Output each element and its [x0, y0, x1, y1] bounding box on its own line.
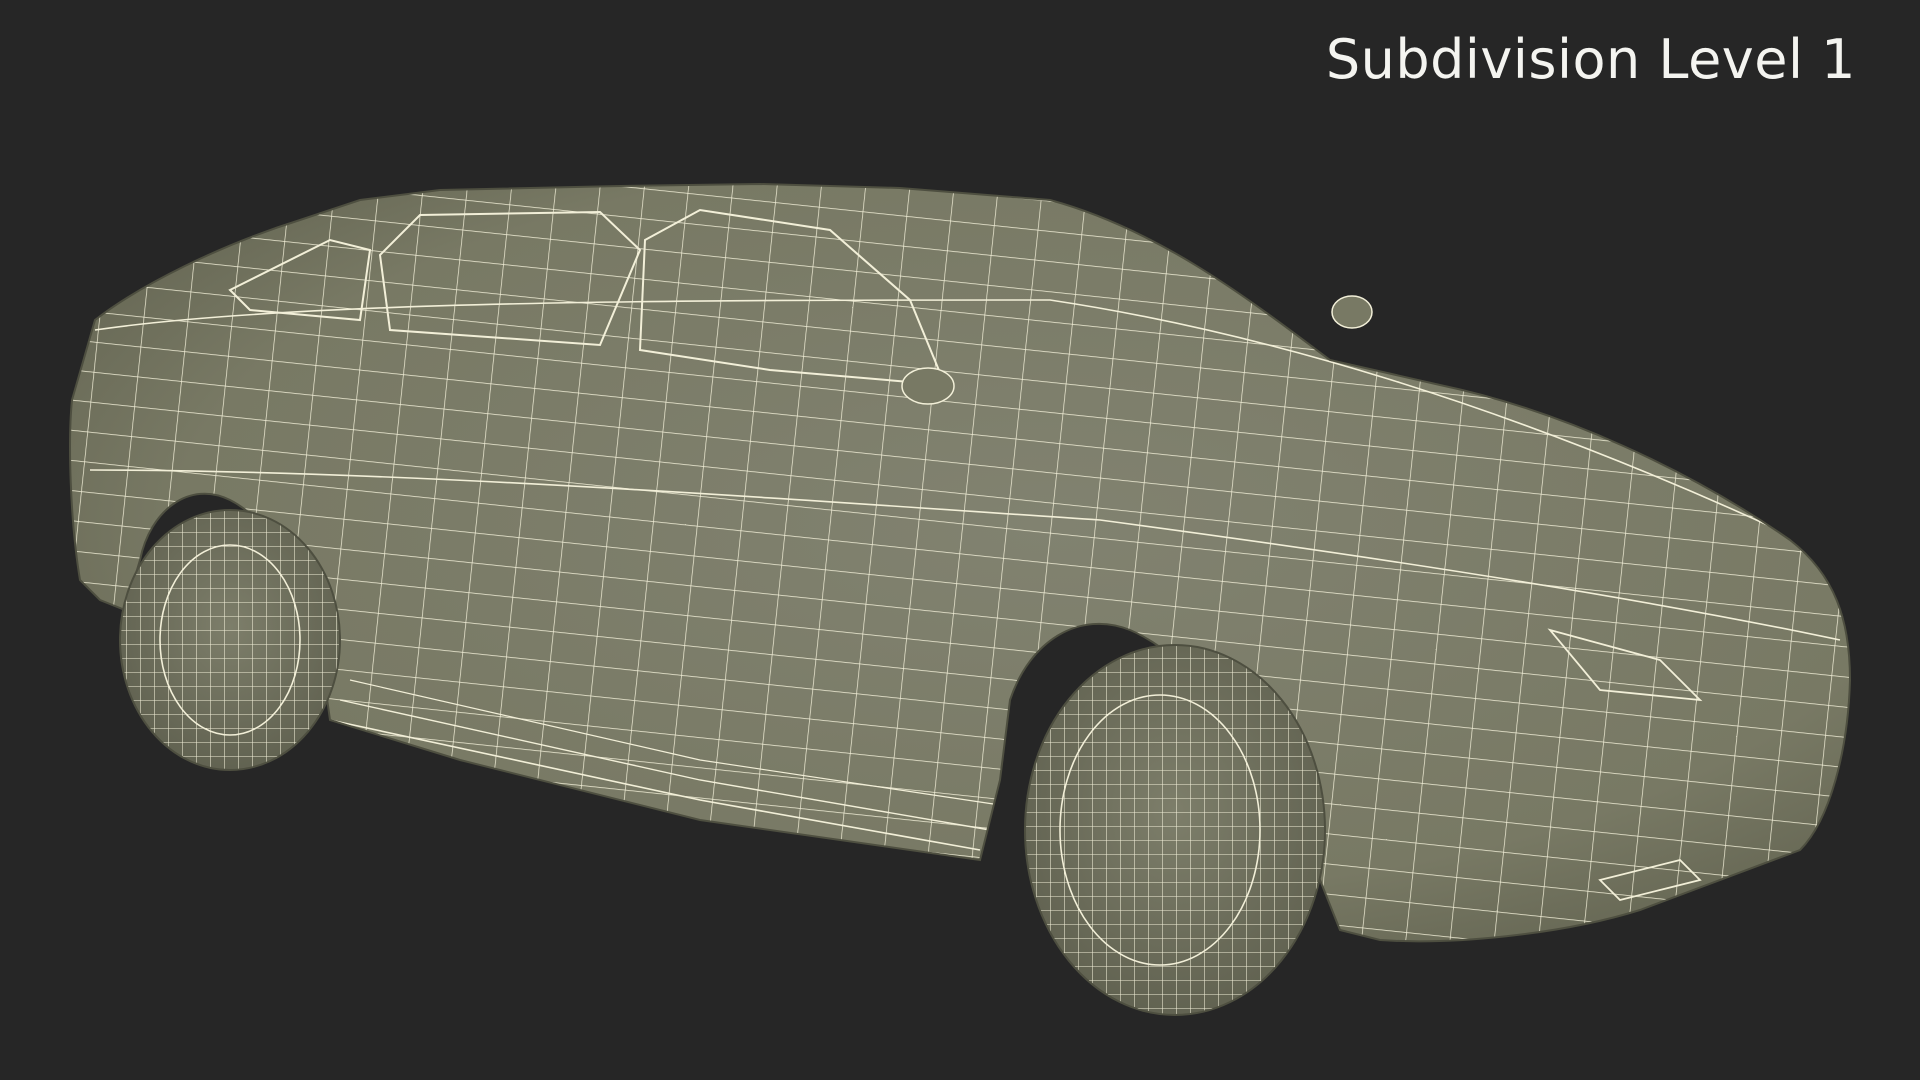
subdivision-level-label: Subdivision Level 1 — [1325, 28, 1856, 91]
car-wireframe-render — [69, 183, 1852, 1016]
render-viewport: Subdivision Level 1 — [0, 0, 1920, 1080]
